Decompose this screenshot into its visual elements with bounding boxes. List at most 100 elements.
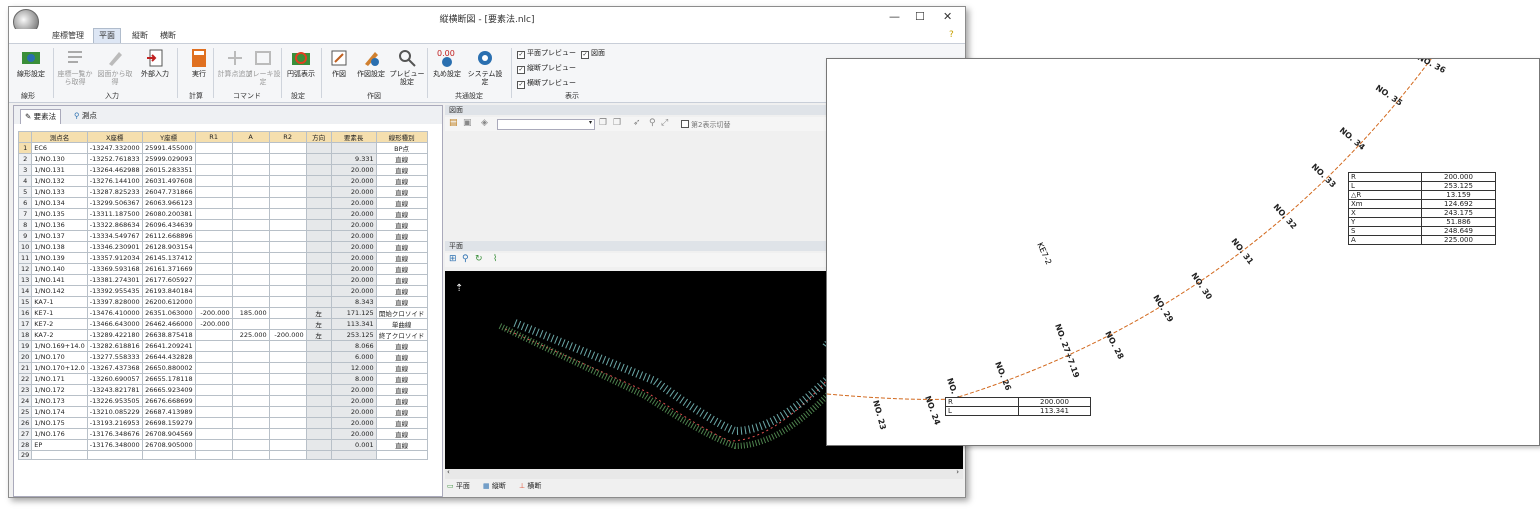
table-cell[interactable]: KE7-2 bbox=[31, 318, 88, 330]
table-cell[interactable] bbox=[268, 175, 307, 187]
table-cell[interactable]: -13226.953505 bbox=[86, 395, 143, 407]
table-cell[interactable]: 1/NO.132 bbox=[31, 175, 88, 187]
table-cell[interactable] bbox=[194, 274, 233, 286]
table-cell[interactable]: 20.000 bbox=[330, 197, 377, 209]
column-header[interactable]: 測点名 bbox=[31, 131, 88, 143]
table-cell[interactable] bbox=[305, 384, 332, 396]
table-cell[interactable]: 左 bbox=[305, 307, 332, 319]
table-cell[interactable] bbox=[194, 406, 233, 418]
zoom-icon[interactable]: ⚲ bbox=[462, 254, 469, 264]
table-cell[interactable]: 左 bbox=[305, 318, 332, 330]
table-cell[interactable]: 1/NO.141 bbox=[31, 274, 88, 286]
table-cell[interactable]: -13392.955435 bbox=[86, 285, 143, 297]
table-cell[interactable]: 26128.903154 bbox=[141, 241, 196, 253]
table-cell[interactable] bbox=[305, 153, 332, 165]
table-cell[interactable]: 20.000 bbox=[330, 263, 377, 275]
drawing-checkbox[interactable]: ✓ 図面 bbox=[581, 48, 605, 59]
table-cell[interactable]: -13277.558333 bbox=[86, 351, 143, 363]
table-cell[interactable]: 6.000 bbox=[330, 351, 377, 363]
table-row[interactable]: 3 1/NO.131 -13264.462988 26015.283351 20.000… bbox=[17, 164, 428, 176]
table-row[interactable]: 15 KA7-1 -13397.828000 26200.612000 8.343 直線 bbox=[17, 296, 428, 308]
table-cell[interactable]: 1/NO.137 bbox=[31, 230, 88, 242]
table-cell[interactable] bbox=[86, 449, 143, 461]
close-icon[interactable]: ✕ bbox=[943, 10, 952, 23]
table-cell[interactable]: 左 bbox=[305, 329, 332, 341]
table-cell[interactable] bbox=[305, 417, 332, 429]
table-cell[interactable]: 26351.063000 bbox=[141, 307, 196, 319]
table-cell[interactable]: 26708.905000 bbox=[141, 439, 196, 451]
table-cell[interactable] bbox=[268, 241, 307, 253]
table-cell[interactable] bbox=[194, 153, 233, 165]
table-cell[interactable]: 直線 bbox=[375, 417, 428, 429]
table-cell[interactable] bbox=[268, 318, 307, 330]
table-cell[interactable]: 20.000 bbox=[330, 164, 377, 176]
table-row[interactable]: 10 1/NO.138 -13346.230901 26128.903154 20.00… bbox=[17, 241, 428, 253]
table-cell[interactable] bbox=[231, 208, 270, 220]
table-cell[interactable]: 直線 bbox=[375, 285, 428, 297]
table-cell[interactable]: 26641.209241 bbox=[141, 340, 196, 352]
table-row[interactable]: 11 1/NO.139 -13357.912034 26145.137412 20.00… bbox=[17, 252, 428, 264]
table-cell[interactable] bbox=[194, 186, 233, 198]
rounding-settings-button[interactable]: 0.00 丸め設定 bbox=[427, 48, 467, 78]
table-cell[interactable]: 26462.466000 bbox=[141, 318, 196, 330]
table-cell[interactable]: KA7-1 bbox=[31, 296, 88, 308]
table-row[interactable]: 2 1/NO.130 -13252.761833 25999.029093 9.331 直… bbox=[17, 153, 428, 165]
table-cell[interactable] bbox=[231, 219, 270, 231]
system-settings-button[interactable]: システム設定 bbox=[465, 48, 505, 86]
table-cell[interactable] bbox=[268, 362, 307, 374]
table-cell[interactable]: -13322.868634 bbox=[86, 219, 143, 231]
table-cell[interactable]: 単曲線 bbox=[375, 318, 428, 330]
open-icon[interactable]: ▤ bbox=[449, 118, 458, 128]
table-cell[interactable]: 直線 bbox=[375, 395, 428, 407]
table-cell[interactable] bbox=[194, 373, 233, 385]
table-cell[interactable]: 直線 bbox=[375, 340, 428, 352]
table-cell[interactable] bbox=[231, 384, 270, 396]
tab-station-points[interactable]: ⚲ 測点 bbox=[70, 109, 101, 123]
table-cell[interactable] bbox=[268, 373, 307, 385]
table-cell[interactable]: 直線 bbox=[375, 439, 428, 451]
table-cell[interactable] bbox=[194, 219, 233, 231]
table-cell[interactable] bbox=[194, 164, 233, 176]
table-row[interactable]: 13 1/NO.141 -13381.274301 26177.605927 20.00… bbox=[17, 274, 428, 286]
break-settings-button[interactable]: ブレーキ設定 bbox=[243, 48, 283, 86]
table-cell[interactable]: 直線 bbox=[375, 175, 428, 187]
table-cell[interactable]: 終了クロソイド bbox=[375, 329, 428, 341]
minimize-icon[interactable]: — bbox=[889, 10, 900, 23]
table-cell[interactable] bbox=[194, 329, 233, 341]
table-cell[interactable]: 20.000 bbox=[330, 285, 377, 297]
table-cell[interactable] bbox=[194, 252, 233, 264]
table-cell[interactable]: 直線 bbox=[375, 252, 428, 264]
table-cell[interactable] bbox=[268, 285, 307, 297]
drawing-settings-button[interactable]: 作図設定 bbox=[351, 48, 391, 78]
horizontal-scrollbar[interactable]: ‹ › bbox=[445, 468, 963, 479]
column-header[interactable]: R2 bbox=[268, 131, 307, 143]
table-cell[interactable]: -13299.506367 bbox=[86, 197, 143, 209]
table-cell[interactable] bbox=[231, 252, 270, 264]
table-cell[interactable]: 20.000 bbox=[330, 274, 377, 286]
table-cell[interactable] bbox=[231, 395, 270, 407]
table-cell[interactable]: 26655.178118 bbox=[141, 373, 196, 385]
table-cell[interactable]: 26650.880002 bbox=[141, 362, 196, 374]
table-cell[interactable] bbox=[194, 340, 233, 352]
table-cell[interactable] bbox=[268, 164, 307, 176]
table-cell[interactable]: 直線 bbox=[375, 230, 428, 242]
table-cell[interactable]: 20.000 bbox=[330, 428, 377, 440]
table-cell[interactable]: 直線 bbox=[375, 428, 428, 440]
zoom-icon[interactable]: ⚲ bbox=[649, 118, 656, 128]
table-cell[interactable]: 20.000 bbox=[330, 219, 377, 231]
table-cell[interactable] bbox=[194, 230, 233, 242]
copy-icon[interactable]: ❐ bbox=[599, 118, 607, 128]
table-cell[interactable]: 1/NO.172 bbox=[31, 384, 88, 396]
table-cell[interactable]: 26031.497608 bbox=[141, 175, 196, 187]
table-cell[interactable]: 直線 bbox=[375, 351, 428, 363]
table-cell[interactable]: 26177.605927 bbox=[141, 274, 196, 286]
table-cell[interactable]: -200.000 bbox=[194, 318, 233, 330]
table-cell[interactable] bbox=[194, 241, 233, 253]
table-cell[interactable] bbox=[231, 197, 270, 209]
table-cell[interactable] bbox=[194, 175, 233, 187]
table-cell[interactable]: 26063.966123 bbox=[141, 197, 196, 209]
table-cell[interactable]: -13357.912034 bbox=[86, 252, 143, 264]
table-cell[interactable] bbox=[231, 318, 270, 330]
measure-icon[interactable]: ⌇ bbox=[493, 254, 497, 264]
table-cell[interactable]: -13282.618816 bbox=[86, 340, 143, 352]
